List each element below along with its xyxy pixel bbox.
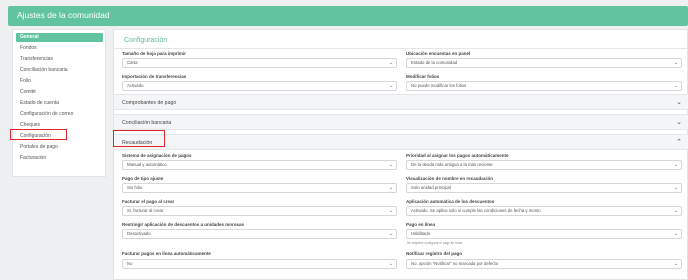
online-payment-select[interactable]: Habilitado ⌄ <box>406 229 682 239</box>
select-value: Manual y automático <box>127 162 167 167</box>
restrict-discount-select[interactable]: Desactivado ⌄ <box>122 229 397 239</box>
chevron-down-icon: ⌄ <box>673 231 678 237</box>
select-value: Habilitado <box>411 231 431 236</box>
select-value: Carta <box>127 60 138 65</box>
accordion-title: Comprobantes de pago <box>122 100 177 106</box>
select-value: Estado de la comunidad <box>411 60 458 65</box>
chevron-down-icon: ⌄ <box>388 185 393 191</box>
configuracion-highlight-box <box>10 129 67 140</box>
accordion-recaudacion[interactable]: Recaudación ⌃ <box>114 134 688 150</box>
adjustment-payment-select[interactable]: Sin folio ⌄ <box>122 183 397 193</box>
select-value: Solo unidad principal <box>411 185 451 190</box>
notify-payment-select[interactable]: No, opción "Notificar" no marcada por de… <box>406 259 682 269</box>
page-header: Ajustes de la comunidad <box>8 6 688 26</box>
sidebar-item-transferencias[interactable]: Transferencias <box>16 55 103 64</box>
field-label: Visualización de nombre en recaudación <box>406 176 493 181</box>
config-section-title: Configuración <box>124 37 168 44</box>
transfer-import-select[interactable]: Activado ⌄ <box>122 81 397 91</box>
field-label: Facturar el pago al crear <box>122 199 175 204</box>
sidebar-item-folio[interactable]: Folio <box>16 77 103 86</box>
field-label: Tamaño de hoja para imprimir <box>122 51 186 56</box>
chevron-down-icon: ⌄ <box>388 208 393 214</box>
sidebar-item-facturacion[interactable]: Facturación <box>16 154 103 163</box>
recaudacion-highlight-box <box>113 130 165 147</box>
chevron-down-icon: ⌄ <box>676 99 682 106</box>
accordion-comprobantes[interactable]: Comprobantes de pago ⌄ <box>114 94 688 110</box>
accordion-title: Conciliación bancaria <box>122 120 172 126</box>
sidebar: General Fondos Transferencias Conciliaci… <box>12 29 106 177</box>
sidebar-item-general[interactable]: General <box>16 33 103 42</box>
payment-assignment-select[interactable]: Manual y automático ⌄ <box>122 160 397 170</box>
chevron-down-icon: ⌄ <box>673 83 678 89</box>
settings-panel: Configuración Tamaño de hoja para imprim… <box>113 29 688 280</box>
field-label: Sistema de asignación de pagos <box>122 153 192 158</box>
chevron-down-icon: ⌄ <box>388 231 393 237</box>
field-label: Prioridad al asignar los pagos automátic… <box>406 153 509 158</box>
chevron-down-icon: ⌄ <box>388 83 393 89</box>
sidebar-item-comite[interactable]: Comité <box>16 88 103 97</box>
auto-invoice-online-select[interactable]: No ⌄ <box>122 259 397 269</box>
select-value: Desactivado <box>127 231 151 236</box>
select-value: Activado. Se aplica solo si cumple las c… <box>411 208 541 213</box>
field-label: Notificar registro del pago <box>406 251 463 256</box>
sidebar-item-estado-cuenta[interactable]: Estado de cuenta <box>16 99 103 108</box>
field-label: Importación de transferencias <box>122 74 187 79</box>
chevron-down-icon: ⌄ <box>388 60 393 66</box>
sidebar-item-portales[interactable]: Portales de pago <box>16 143 103 152</box>
select-value: Si, facturar al crear <box>127 208 164 213</box>
survey-location-select[interactable]: Estado de la comunidad ⌄ <box>406 58 682 68</box>
select-value: Activado <box>127 83 144 88</box>
field-label: Facturar pagos en línea automáticamente <box>122 251 211 256</box>
chevron-down-icon: ⌄ <box>673 162 678 168</box>
sidebar-item-fondos[interactable]: Fondos <box>16 44 103 53</box>
select-value: No puede modificar los folios <box>411 83 467 88</box>
sidebar-item-conciliacion[interactable]: Conciliación bancaria <box>16 66 103 75</box>
divider <box>114 48 688 49</box>
page-title: Ajustes de la comunidad <box>17 10 110 20</box>
invoice-on-create-select[interactable]: Si, facturar al crear ⌄ <box>122 206 397 216</box>
chevron-down-icon: ⌄ <box>673 60 678 66</box>
chevron-up-icon: ⌃ <box>676 139 682 146</box>
sidebar-item-correo[interactable]: Configuración de correo <box>16 110 103 119</box>
payment-priority-select[interactable]: De la deuda más antigua a la más recient… <box>406 160 682 170</box>
chevron-down-icon: ⌄ <box>673 261 678 267</box>
chevron-down-icon: ⌄ <box>388 261 393 267</box>
chevron-down-icon: ⌄ <box>673 208 678 214</box>
select-value: Sin folio <box>127 185 143 190</box>
select-value: No, opción "Notificar" no marcada por de… <box>411 261 499 266</box>
chevron-down-icon: ⌄ <box>388 162 393 168</box>
select-value: De la deuda más antigua a la más recient… <box>411 162 493 167</box>
field-label: Restringir aplicación de descuentos a un… <box>122 222 245 227</box>
chevron-down-icon: ⌄ <box>673 185 678 191</box>
field-label: Pago en línea <box>406 222 436 227</box>
paper-size-select[interactable]: Carta ⌄ <box>122 58 397 68</box>
field-label: Aplicación automática de los descuentos <box>406 199 495 204</box>
accordion-conciliacion[interactable]: Conciliación bancaria ⌄ <box>114 114 688 130</box>
online-payment-note: Se requiere configurar el pago en línea <box>407 241 463 245</box>
field-label: Modificar folios <box>406 74 440 79</box>
name-display-select[interactable]: Solo unidad principal ⌄ <box>406 183 682 193</box>
field-label: Ubicación encuestas en panel <box>406 51 471 56</box>
select-value: No <box>127 261 133 266</box>
auto-discount-select[interactable]: Activado. Se aplica solo si cumple las c… <box>406 206 682 216</box>
modify-folios-select[interactable]: No puede modificar los folios ⌄ <box>406 81 682 91</box>
field-label: Pago de tipo ajuste <box>122 176 164 181</box>
chevron-down-icon: ⌄ <box>676 119 682 126</box>
